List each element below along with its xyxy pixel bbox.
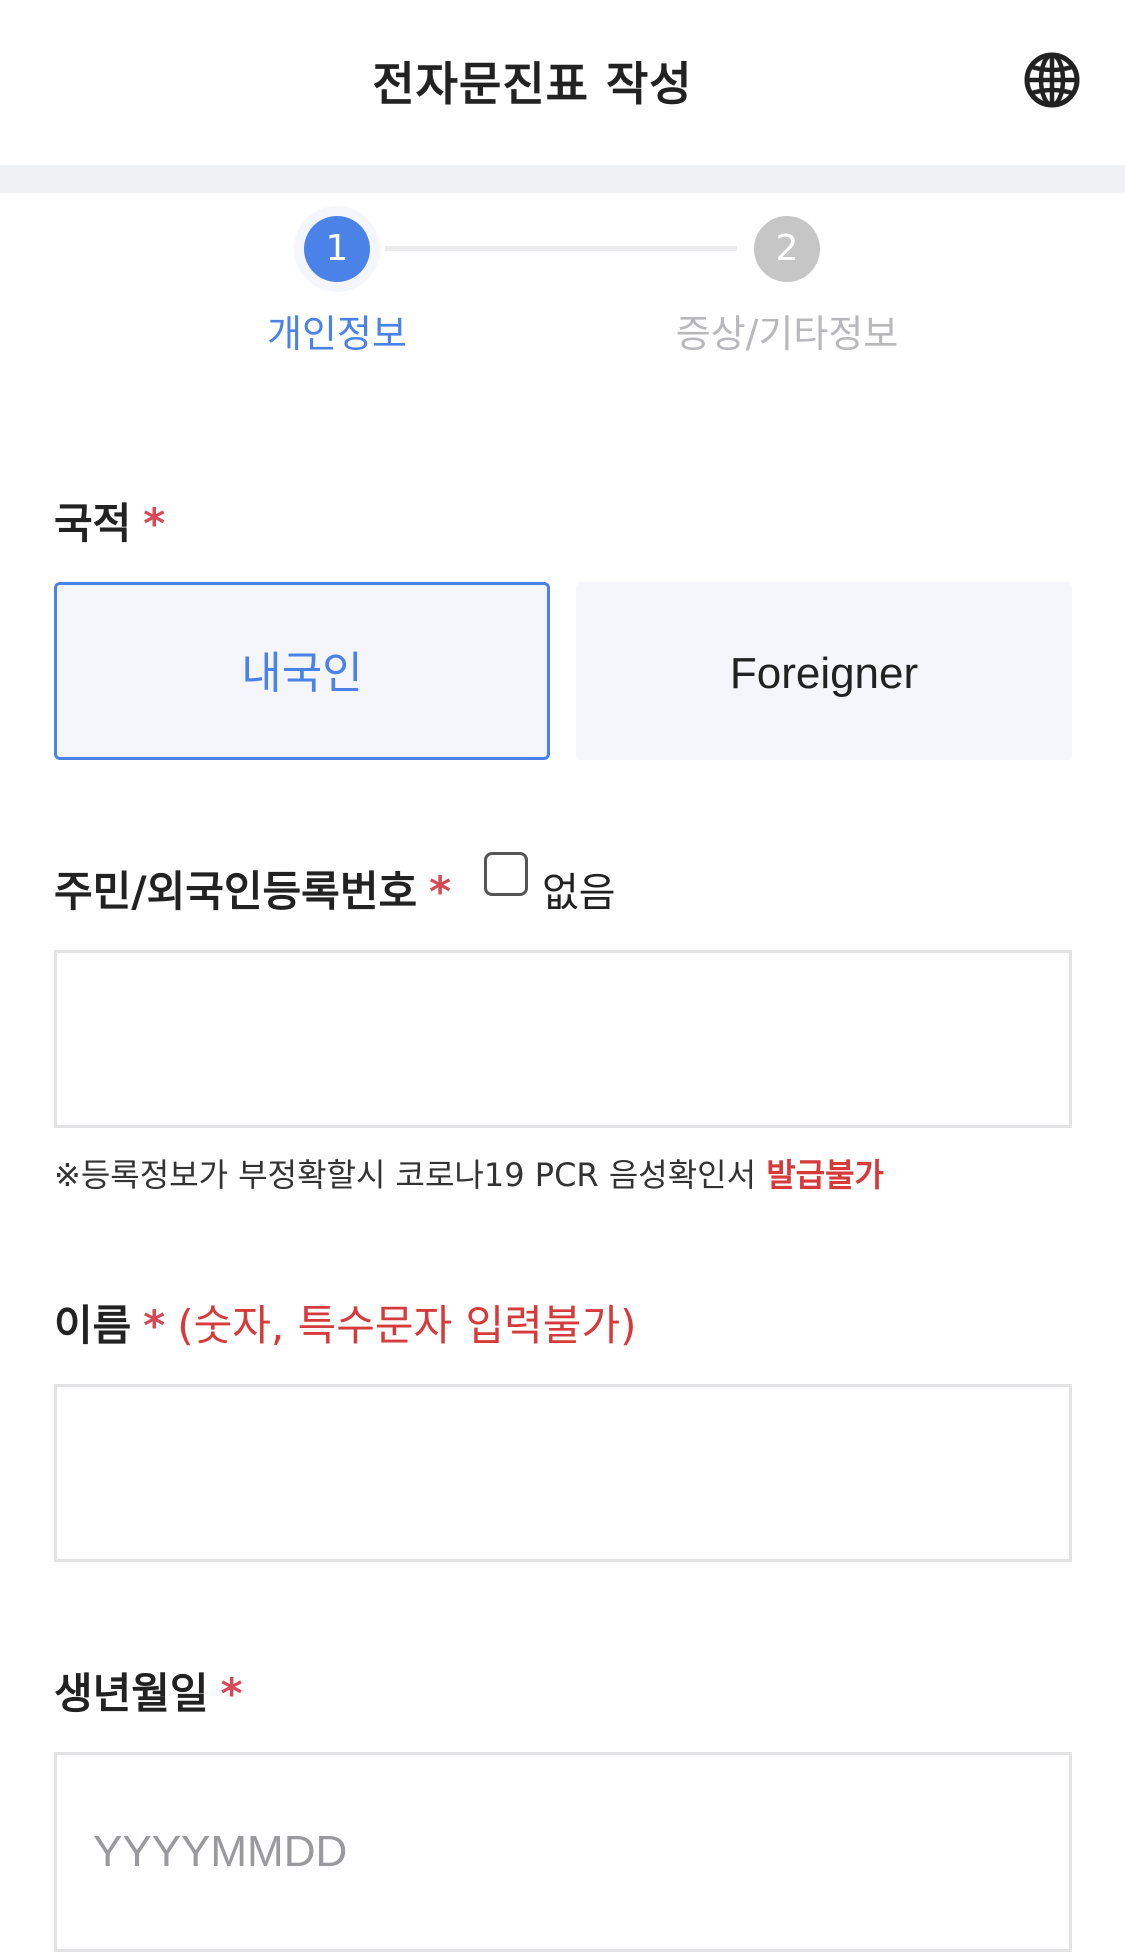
required-mark: * [220, 1669, 243, 1718]
name-input-note: (숫자, 특수문자 입력불가) [177, 1301, 637, 1350]
id-number-hint: ※등록정보가 부정확할시 코로나19 PCR 음성확인서 발급불가 [54, 1150, 884, 1196]
step-1-indicator: 1 [304, 216, 370, 282]
no-id-checkbox-label: 없음 [542, 870, 616, 916]
birthdate-label-text: 생년월일 [54, 1669, 209, 1718]
required-mark: * [429, 867, 452, 916]
nationality-label: 국적 * [54, 490, 165, 551]
progress-stepper: 1 2 개인정보 증상/기타정보 [0, 193, 1125, 373]
step-connector [385, 246, 737, 251]
globe-icon[interactable] [1022, 50, 1082, 110]
header-divider [0, 165, 1125, 193]
nationality-option-domestic[interactable]: 내국인 [54, 582, 550, 760]
app-header: 전자문진표 작성 [0, 0, 1125, 165]
step-2-label: 증상/기타정보 [675, 312, 899, 356]
id-number-label: 주민/외국인등록번호 * [54, 858, 451, 919]
id-number-input[interactable] [54, 950, 1072, 1128]
id-number-label-text: 주민/외국인등록번호 [54, 867, 418, 916]
hint-emphasis: 발급불가 [766, 1156, 884, 1194]
step-1-label: 개인정보 [267, 312, 407, 356]
nationality-label-text: 국적 [54, 499, 132, 548]
birthdate-label: 생년월일 * [54, 1660, 243, 1721]
required-mark: * [143, 1301, 166, 1350]
hint-text: ※등록정보가 부정확할시 코로나19 PCR 음성확인서 [54, 1156, 767, 1194]
name-label: 이름 * (숫자, 특수문자 입력불가) [54, 1292, 636, 1353]
required-mark: * [143, 499, 166, 548]
page-title: 전자문진표 작성 [372, 57, 693, 111]
step-2-indicator: 2 [754, 216, 820, 282]
birthdate-input[interactable] [54, 1752, 1072, 1952]
name-label-text: 이름 [54, 1301, 132, 1350]
no-id-checkbox[interactable] [484, 852, 528, 896]
name-input[interactable] [54, 1384, 1072, 1562]
nationality-option-foreigner[interactable]: Foreigner [576, 582, 1072, 760]
